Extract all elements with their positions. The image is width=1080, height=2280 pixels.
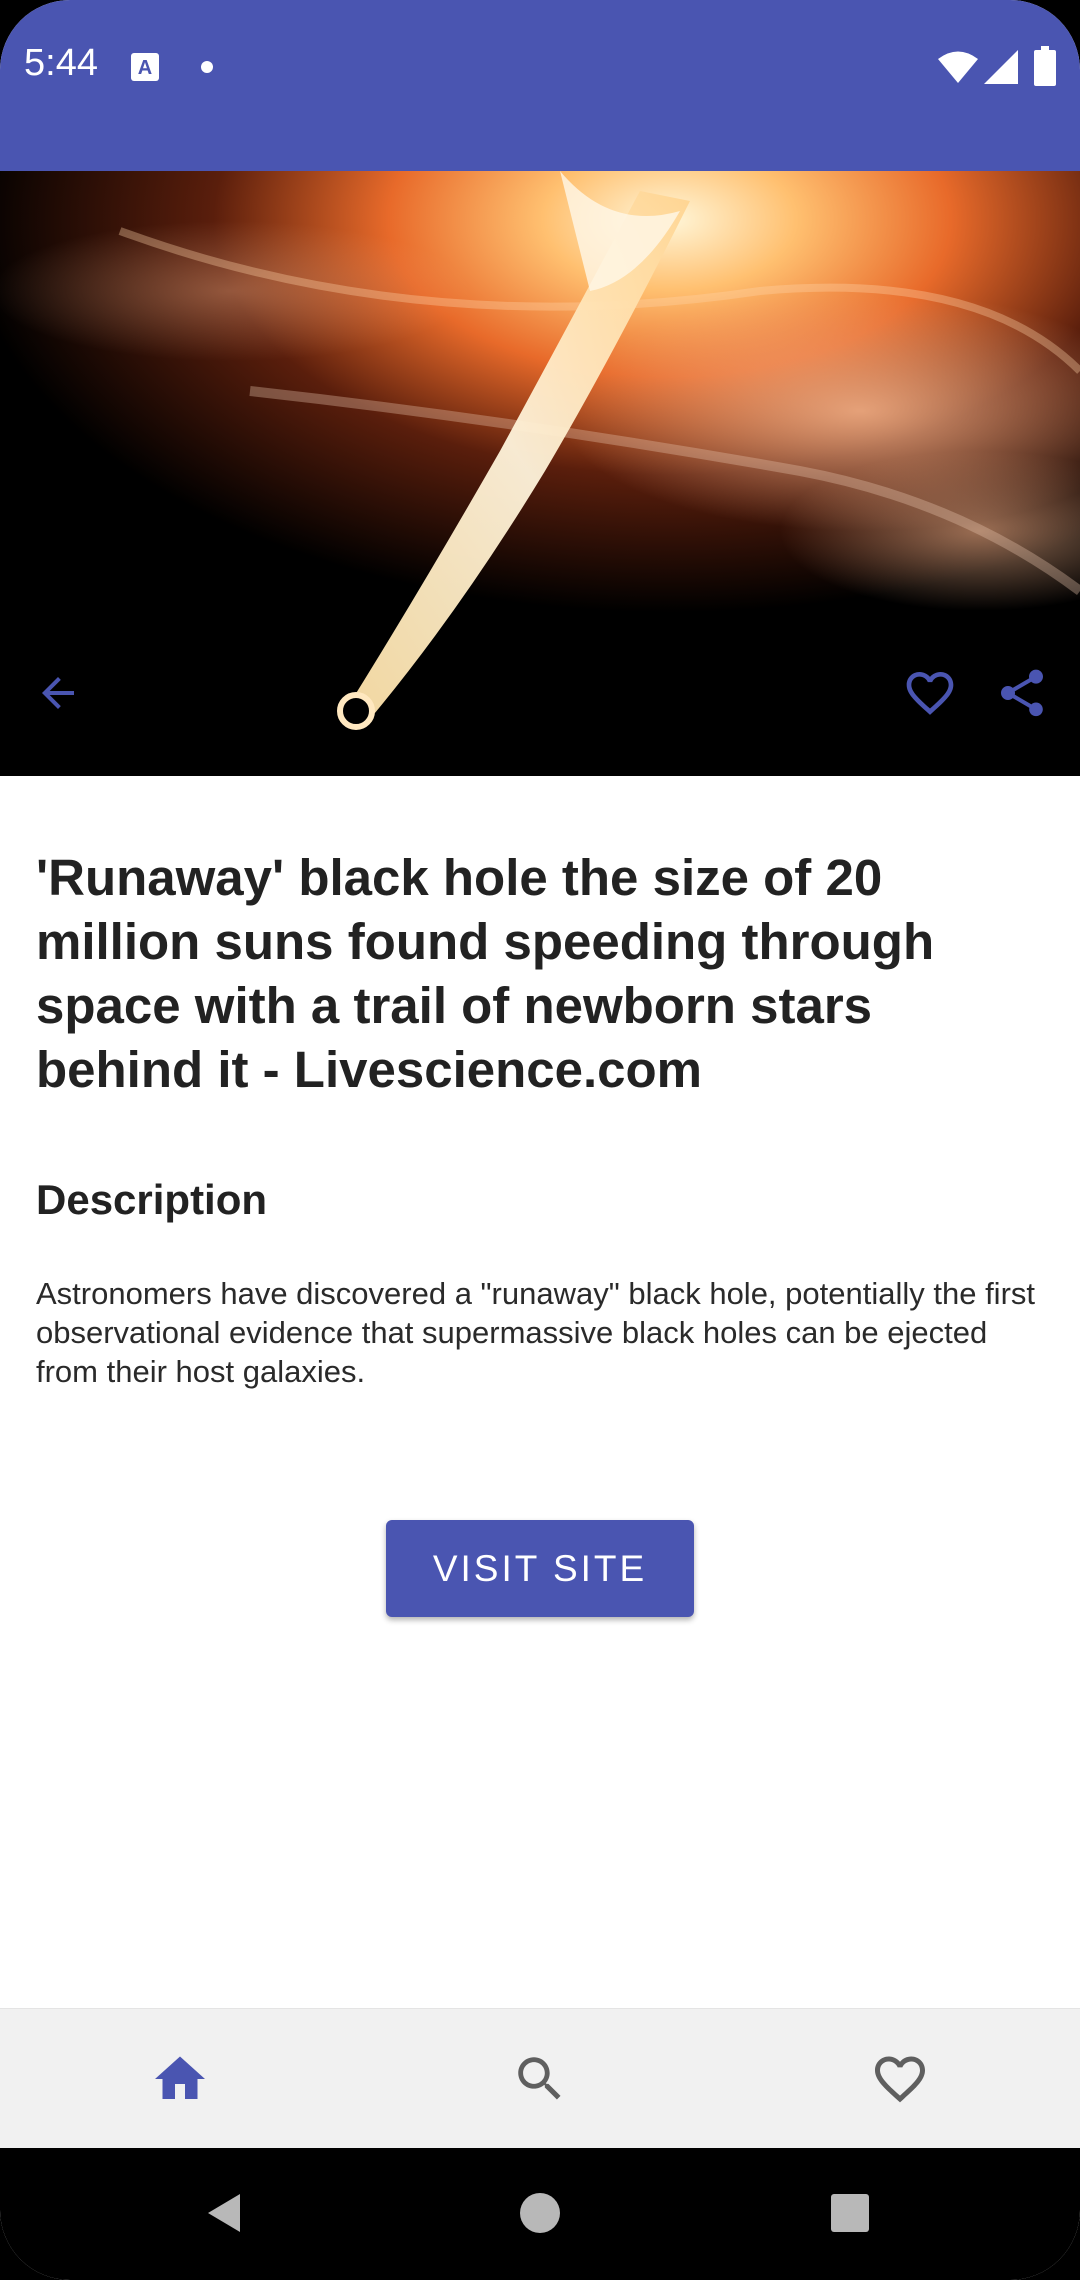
bottom-navigation: [0, 2008, 1080, 2149]
heart-outline-icon: [875, 2056, 925, 2103]
search-icon: [518, 2057, 561, 2100]
back-button[interactable]: [18, 653, 98, 733]
heart-outline-icon: [906, 672, 954, 715]
home-icon: [155, 2056, 205, 2099]
nav-home[interactable]: [140, 2039, 220, 2119]
dot-icon: [200, 60, 214, 79]
status-time: 5:44: [24, 42, 98, 84]
arrow-back-icon: [42, 677, 74, 709]
description-heading: Description: [36, 1176, 268, 1223]
system-navigation-bar: [0, 2148, 1080, 2280]
home-circle-icon: [520, 2193, 560, 2233]
description-text: Astronomers have discovered a "runaway" …: [36, 1276, 1036, 1389]
app-screen: 5:44 A 'Runaway' black hole the size of …: [0, 0, 1080, 2280]
battery-icon: [1034, 46, 1056, 91]
svg-text:A: A: [138, 57, 152, 79]
article-title: 'Runaway' black hole the size of 20 mill…: [36, 849, 935, 1098]
nav-search[interactable]: [500, 2039, 580, 2119]
recents-square-icon: [831, 2194, 869, 2232]
nav-favorites[interactable]: [860, 2039, 940, 2119]
share-button[interactable]: [982, 653, 1062, 733]
keyboard-a-icon: A: [130, 52, 160, 87]
system-back-button[interactable]: [190, 2178, 260, 2248]
visit-site-button[interactable]: VISIT SITE: [386, 1520, 694, 1617]
system-recents-button[interactable]: [815, 2178, 885, 2248]
signal-icon: [984, 50, 1018, 89]
share-icon: [1001, 669, 1043, 717]
system-home-button[interactable]: [505, 2178, 575, 2248]
status-bar: 5:44 A: [0, 0, 1080, 171]
favorite-button[interactable]: [890, 653, 970, 733]
article-image: [0, 171, 1080, 776]
wifi-icon: [938, 50, 978, 89]
back-triangle-icon: [208, 2194, 240, 2232]
